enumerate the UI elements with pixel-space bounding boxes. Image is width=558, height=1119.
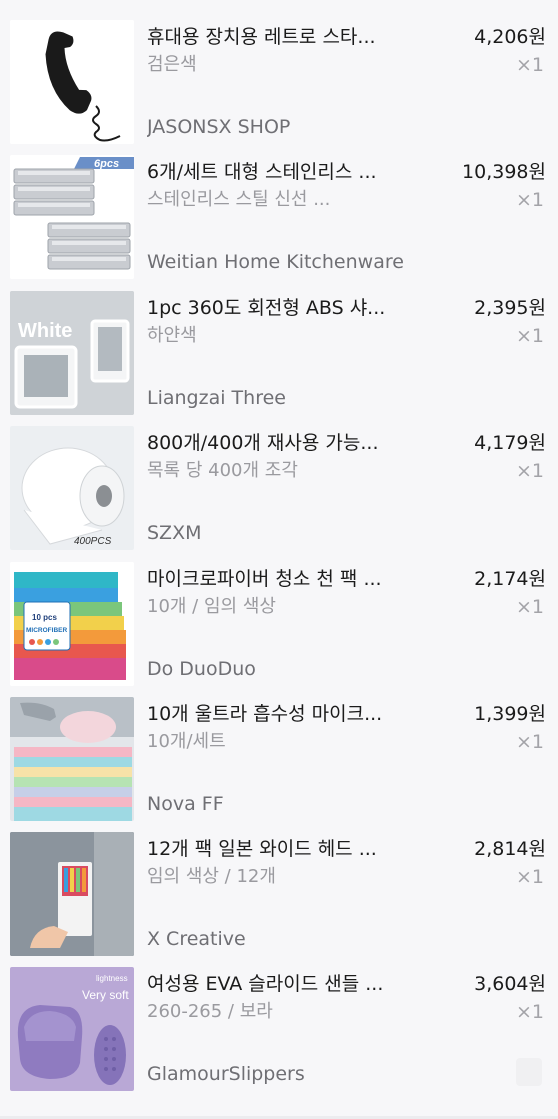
kitchen-sponge-cloth-image[interactable]	[10, 697, 134, 821]
badge-text-2: lightness	[96, 974, 128, 983]
item-title[interactable]: 휴대용 장치용 레트로 스타...	[147, 24, 417, 50]
shop-name[interactable]: X Creative	[147, 926, 447, 952]
item-price: 2,395원	[474, 297, 546, 319]
steel-trays-image[interactable]: 6pcs	[10, 155, 134, 279]
slide-sandal-image[interactable]: lightness Very soft	[10, 967, 134, 1091]
badge-text: White	[18, 320, 72, 342]
item-title[interactable]: 12개 팩 일본 와이드 헤드 ...	[147, 836, 417, 862]
item-variant: 임의 색상 / 12개	[147, 866, 276, 887]
item-price: 2,814원	[474, 838, 546, 860]
scroll-to-top-button[interactable]	[516, 1058, 542, 1086]
order-item[interactable]: 10 pcs MICROFIBER 마이크로파이버 청소 천 팩 ... 10개…	[0, 562, 558, 698]
item-quantity: ×1	[515, 1001, 544, 1023]
microfiber-cloths-image[interactable]: 10 pcs MICROFIBER	[10, 562, 134, 686]
badge-text: 10 pcs	[32, 613, 57, 622]
order-item[interactable]: 400PCS 800개/400개 재사용 가능... 목록 당 400개 조각 …	[0, 426, 558, 562]
telephone-handset-image[interactable]	[10, 20, 134, 144]
shop-name[interactable]: Nova FF	[147, 791, 447, 817]
order-item[interactable]: 12개 팩 일본 와이드 헤드 ... 임의 색상 / 12개 X Creati…	[0, 832, 558, 968]
item-price: 3,604원	[474, 973, 546, 995]
toothbrush-pack-image[interactable]	[10, 832, 134, 956]
item-variant: 목록 당 400개 조각	[147, 460, 298, 481]
badge-text: Very soft	[82, 988, 129, 1002]
order-item[interactable]: lightness Very soft 여성용 EVA 슬라이드 샌들 ... …	[0, 967, 558, 1103]
item-variant: 검은색	[147, 54, 197, 75]
item-price: 1,399원	[474, 703, 546, 725]
item-title[interactable]: 6개/세트 대형 스테인리스 ...	[147, 159, 417, 185]
item-variant: 하얀색	[147, 325, 197, 346]
item-price: 2,174원	[474, 568, 546, 590]
towel-roll-image[interactable]: 400PCS	[10, 426, 134, 550]
item-quantity: ×1	[515, 54, 544, 76]
item-variant: 10개/세트	[147, 731, 226, 752]
badge-text: 400PCS	[74, 536, 112, 547]
item-quantity: ×1	[515, 866, 544, 888]
badge-text: 6pcs	[94, 158, 119, 170]
item-variant: 10개 / 임의 색상	[147, 596, 276, 617]
shop-name[interactable]: GlamourSlippers	[147, 1061, 447, 1087]
order-item[interactable]: 10개 울트라 흡수성 마이크... 10개/세트 Nova FF 1,399원…	[0, 697, 558, 833]
item-quantity: ×1	[515, 460, 544, 482]
item-title[interactable]: 1pc 360도 회전형 ABS 샤...	[147, 295, 417, 321]
item-quantity: ×1	[515, 596, 544, 618]
order-item[interactable]: 휴대용 장치용 레트로 스타... 검은색 JASONSX SHOP 4,206…	[0, 20, 558, 156]
item-title[interactable]: 마이크로파이버 청소 천 팩 ...	[147, 566, 417, 592]
item-price: 4,206원	[474, 26, 546, 48]
item-quantity: ×1	[515, 325, 544, 347]
item-price: 10,398원	[462, 161, 546, 183]
item-title[interactable]: 800개/400개 재사용 가능...	[147, 430, 417, 456]
item-price: 4,179원	[474, 432, 546, 454]
shop-name[interactable]: Weitian Home Kitchenware	[147, 249, 447, 275]
order-item[interactable]: White 1pc 360도 회전형 ABS 샤... 하얀색 Liangzai…	[0, 291, 558, 427]
shop-name[interactable]: Do DuoDuo	[147, 656, 447, 682]
item-variant: 스테인리스 스틸 신선 ...	[147, 189, 331, 210]
order-item[interactable]: 6pcs 6개/세트 대형 스테인리스 ... 스테인리스 스틸 신선 ... …	[0, 155, 558, 291]
item-quantity: ×1	[515, 731, 544, 753]
shop-name[interactable]: Liangzai Three	[147, 385, 447, 411]
shower-phone-case-image[interactable]: White	[10, 291, 134, 415]
item-title[interactable]: 10개 울트라 흡수성 마이크...	[147, 701, 417, 727]
item-quantity: ×1	[515, 189, 544, 211]
shop-name[interactable]: SZXM	[147, 520, 447, 546]
item-variant: 260-265 / 보라	[147, 1001, 273, 1022]
item-title[interactable]: 여성용 EVA 슬라이드 샌들 ...	[147, 971, 417, 997]
shop-name[interactable]: JASONSX SHOP	[147, 114, 447, 140]
badge-text-2: MICROFIBER	[26, 627, 67, 634]
